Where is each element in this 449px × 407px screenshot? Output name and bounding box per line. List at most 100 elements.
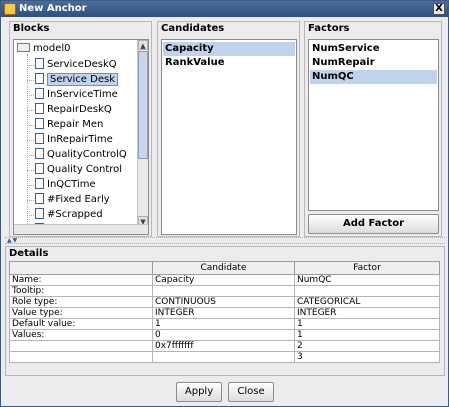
table-row: 3 — [9, 351, 440, 363]
tree-item[interactable]: InQCTime — [35, 177, 96, 193]
details-factor-cell[interactable]: 2 — [294, 340, 440, 352]
document-icon — [35, 88, 44, 99]
tree-item-label: QualityControlQ — [47, 149, 127, 160]
blocks-horizontal-scrollbar[interactable] — [14, 224, 148, 234]
details-factor-cell[interactable]: CATEGORICAL — [294, 296, 440, 308]
tree-item-label: ServiceDeskQ — [47, 59, 117, 70]
close-button[interactable]: Close — [228, 382, 274, 402]
factors-panel-title: Factors — [308, 23, 350, 34]
tree-root-model0[interactable]: model0 — [17, 41, 71, 57]
details-factor-cell[interactable]: NumQC — [294, 274, 440, 286]
tree-item-label: Service Desk — [47, 73, 118, 86]
blocks-tree[interactable]: model0 ServiceDeskQ Service Desk InService… — [13, 39, 149, 235]
column-header — [9, 261, 153, 275]
collapse-arrows-icon[interactable]: ▲▼ — [7, 237, 18, 244]
tree-root-label: model0 — [33, 43, 71, 54]
table-row: Name: Capacity NumQC — [9, 274, 440, 286]
details-panel-title: Details — [9, 248, 49, 259]
column-header-factor: Factor — [294, 261, 440, 275]
tree-item-label: InQCTime — [47, 179, 96, 190]
apply-button[interactable]: Apply — [176, 382, 222, 402]
document-icon — [35, 118, 44, 129]
factors-panel: Factors NumService NumRepair NumQC Add Fac… — [304, 21, 442, 237]
scroll-thumb[interactable] — [138, 51, 148, 159]
details-property-cell — [9, 351, 153, 363]
tree-item-label: InServiceTime — [47, 89, 118, 100]
blocks-panel-title: Blocks — [13, 23, 50, 34]
close-icon[interactable]: X — [433, 3, 445, 15]
details-candidate-cell[interactable] — [152, 351, 295, 363]
details-table: Candidate Factor Name: Capacity NumQC Toolt… — [9, 261, 440, 363]
tree-item[interactable]: Service Desk — [35, 72, 118, 88]
table-row: Tooltip: — [9, 285, 440, 297]
new-anchor-dialog: New Anchor X Blocks model0 ServiceDeskQ S… — [0, 0, 449, 407]
details-factor-cell[interactable]: 1 — [294, 329, 440, 341]
details-candidate-cell[interactable]: CONTINUOUS — [152, 296, 295, 308]
details-factor-cell[interactable]: 1 — [294, 318, 440, 330]
details-property-cell: Default value: — [9, 318, 153, 330]
details-property-cell: Role type: — [9, 296, 153, 308]
document-icon — [35, 178, 44, 189]
factors-list-item[interactable]: NumRepair — [310, 56, 437, 70]
details-factor-cell[interactable]: 3 — [294, 351, 440, 363]
document-icon — [35, 148, 44, 159]
table-row: Role type: CONTINUOUS CATEGORICAL — [9, 296, 440, 308]
details-property-cell — [9, 340, 153, 352]
table-row: Values: 0 1 — [9, 329, 440, 341]
tree-item[interactable]: Repair Men — [35, 117, 103, 133]
folder-icon — [17, 43, 30, 52]
add-factor-button[interactable]: Add Factor — [308, 214, 439, 234]
candidates-list-item[interactable]: Capacity — [163, 42, 295, 56]
tree-item-label: Repair Men — [47, 119, 104, 130]
candidates-panel-title: Candidates — [161, 23, 225, 34]
app-icon — [4, 3, 16, 15]
tree-item[interactable]: ServiceDeskQ — [35, 57, 117, 73]
details-candidate-cell[interactable]: Capacity — [152, 274, 295, 286]
tree-item[interactable]: RepairDeskQ — [35, 102, 112, 118]
tree-item-label: InRepairTime — [47, 134, 113, 145]
details-property-cell: Values: — [9, 329, 153, 341]
document-icon — [35, 163, 44, 174]
factors-list-item[interactable]: NumQC — [310, 70, 437, 84]
document-icon — [35, 103, 44, 114]
table-row: 0x7fffffff 2 — [9, 340, 440, 352]
document-icon — [35, 193, 44, 204]
tree-item-label: RepairDeskQ — [47, 104, 112, 115]
tree-item-label: Quality Control — [47, 164, 123, 175]
details-candidate-cell[interactable]: 1 — [152, 318, 295, 330]
tree-item-label: #Scrapped — [47, 209, 103, 220]
document-icon — [35, 73, 44, 84]
blocks-panel: Blocks model0 ServiceDeskQ Service Desk In… — [9, 21, 152, 237]
document-icon — [35, 133, 44, 144]
details-property-cell: Tooltip: — [9, 285, 153, 297]
details-candidate-cell[interactable]: INTEGER — [152, 307, 295, 319]
details-header-row: Candidate Factor — [9, 261, 440, 275]
details-property-cell: Value type: — [9, 307, 153, 319]
tree-item-label: #Fixed Early — [47, 194, 110, 205]
details-property-cell: Name: — [9, 274, 153, 286]
blocks-vertical-scrollbar[interactable]: ▲ ▼ — [137, 40, 148, 226]
details-factor-cell[interactable] — [294, 285, 440, 297]
window-title: New Anchor — [19, 3, 87, 14]
tree-item[interactable]: Quality Control — [35, 162, 122, 178]
tree-item[interactable]: QualityControlQ — [35, 147, 127, 163]
column-header-candidate: Candidate — [152, 261, 295, 275]
scroll-up-icon[interactable]: ▲ — [138, 40, 148, 50]
candidates-list[interactable]: Capacity RankValue — [161, 39, 297, 235]
factors-list[interactable]: NumService NumRepair NumQC — [308, 39, 439, 211]
split-pane-divider[interactable]: ▲▼ — [5, 237, 445, 244]
tree-item[interactable]: InServiceTime — [35, 87, 118, 103]
tree-item[interactable]: InRepairTime — [35, 132, 113, 148]
candidates-list-item[interactable]: RankValue — [163, 56, 295, 70]
factors-list-item[interactable]: NumService — [310, 42, 437, 56]
details-candidate-cell[interactable] — [152, 285, 295, 297]
title-bar[interactable]: New Anchor X — [1, 1, 448, 17]
details-candidate-cell[interactable]: 0 — [152, 329, 295, 341]
tree-item[interactable]: #Fixed Early — [35, 192, 110, 208]
details-candidate-cell[interactable]: 0x7fffffff — [152, 340, 295, 352]
tree-item[interactable]: #Scrapped — [35, 207, 103, 223]
document-icon — [35, 58, 44, 69]
table-row: Value type: INTEGER INTEGER — [9, 307, 440, 319]
details-factor-cell[interactable]: INTEGER — [294, 307, 440, 319]
table-row: Default value: 1 1 — [9, 318, 440, 330]
